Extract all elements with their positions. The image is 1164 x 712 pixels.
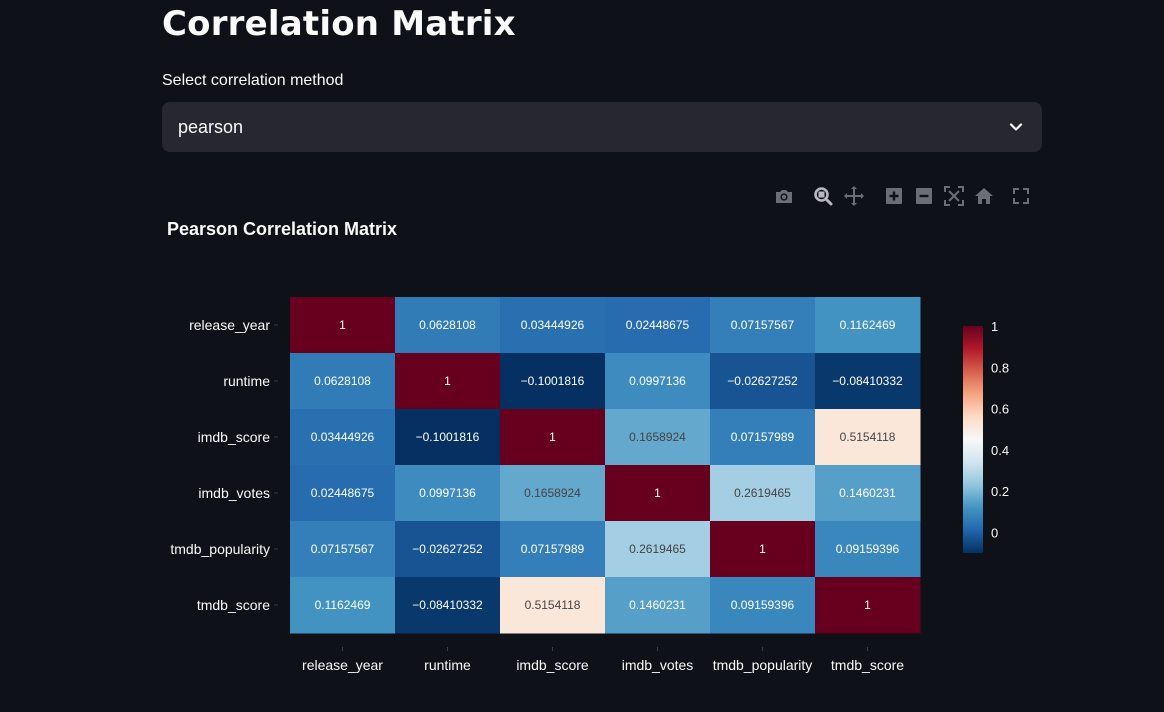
cell-value-label: 1 — [654, 486, 661, 500]
cell-value-label: 0.1658924 — [629, 430, 686, 444]
cell-value-label: 0.1162469 — [840, 318, 896, 332]
cell-value-label: 0.0997136 — [629, 374, 686, 388]
colorbar-tick-label: 1 — [991, 319, 998, 334]
cell-value-label: 1 — [759, 542, 766, 556]
colorbar-tick-label: 0.4 — [991, 443, 1009, 458]
y-tick-label: runtime — [223, 373, 270, 389]
cell-value-label: 0.07157989 — [731, 430, 795, 444]
cell-value-label: 0.09159396 — [836, 542, 900, 556]
cell-value-label: −0.1001816 — [416, 430, 480, 444]
cell-value-label: 0.1658924 — [524, 486, 581, 500]
x-axis-ticks: release_year runtime imdb_score imdb_votes t… — [302, 647, 904, 673]
heatmap-chart: Pearson Correlation Matrix 1 0.0628108 0.0… — [167, 219, 1009, 673]
cell-value-label: −0.02627252 — [412, 542, 483, 556]
cell-value-label: 0.07157567 — [731, 318, 795, 332]
cell-value-label: 0.07157567 — [311, 542, 375, 556]
cell-value-label: −0.08410332 — [412, 598, 483, 612]
x-tick-label: tmdb_popularity — [713, 657, 813, 673]
cell-value-label: 1 — [444, 374, 451, 388]
cell-value-label: −0.08410332 — [832, 374, 903, 388]
cell-value-label: 1 — [339, 318, 346, 332]
cell-value-label: 1 — [549, 430, 556, 444]
colorbar: 1 0.8 0.6 0.4 0.2 0 — [963, 319, 1009, 553]
cell-value-label: 0.1162469 — [315, 598, 371, 612]
y-tick-label: tmdb_score — [197, 597, 270, 613]
cell-value-label: 0.07157989 — [521, 542, 585, 556]
y-tick-label: release_year — [189, 317, 270, 333]
colorbar-tick-label: 0.8 — [991, 360, 1009, 375]
cell-value-label: 0.09159396 — [731, 598, 795, 612]
cell-value-label: −0.02627252 — [727, 374, 798, 388]
cell-value-label: 0.02448675 — [626, 318, 690, 332]
cell-value-label: 0.5154118 — [525, 598, 581, 612]
x-tick-label: imdb_votes — [622, 657, 694, 673]
cell-value-label: 0.1460231 — [629, 598, 686, 612]
y-axis-ticks: release_yearruntime imdb_score imdb_votest… — [170, 317, 278, 613]
cell-value-label: 0.1460231 — [839, 486, 896, 500]
colorbar-gradient — [963, 326, 983, 553]
cell-value-label: 0.02448675 — [311, 486, 375, 500]
cell-value-label: 0.03444926 — [521, 318, 585, 332]
colorbar-tick-label: 0.6 — [991, 402, 1009, 417]
x-tick-label: tmdb_score — [831, 657, 904, 673]
cell-value-label: 0.2619465 — [734, 486, 791, 500]
colorbar-tick-label: 0 — [991, 525, 998, 540]
cell-value-label: 0.5154118 — [840, 430, 896, 444]
cell-value-label: 0.2619465 — [629, 542, 686, 556]
x-tick-label: release_year — [302, 657, 383, 673]
heatmap-cells: 1 0.0628108 0.03444926 0.02448675 0.07157567… — [290, 297, 921, 634]
cell-value-label: 0.0628108 — [419, 318, 476, 332]
chart-title: Pearson Correlation Matrix — [167, 219, 397, 239]
y-tick-label: imdb_votes — [198, 485, 270, 501]
x-tick-label: imdb_score — [516, 657, 589, 673]
y-tick-label: tmdb_popularity — [170, 541, 270, 557]
colorbar-tick-label: 0.2 — [991, 484, 1009, 499]
cell-value-label: 0.0628108 — [314, 374, 371, 388]
y-tick-label: imdb_score — [198, 429, 271, 445]
x-tick-label: runtime — [424, 657, 471, 673]
cell-value-label: 1 — [864, 598, 871, 612]
cell-value-label: 0.03444926 — [311, 430, 375, 444]
cell-value-label: −0.1001816 — [521, 374, 585, 388]
cell-value-label: 0.0997136 — [419, 486, 476, 500]
